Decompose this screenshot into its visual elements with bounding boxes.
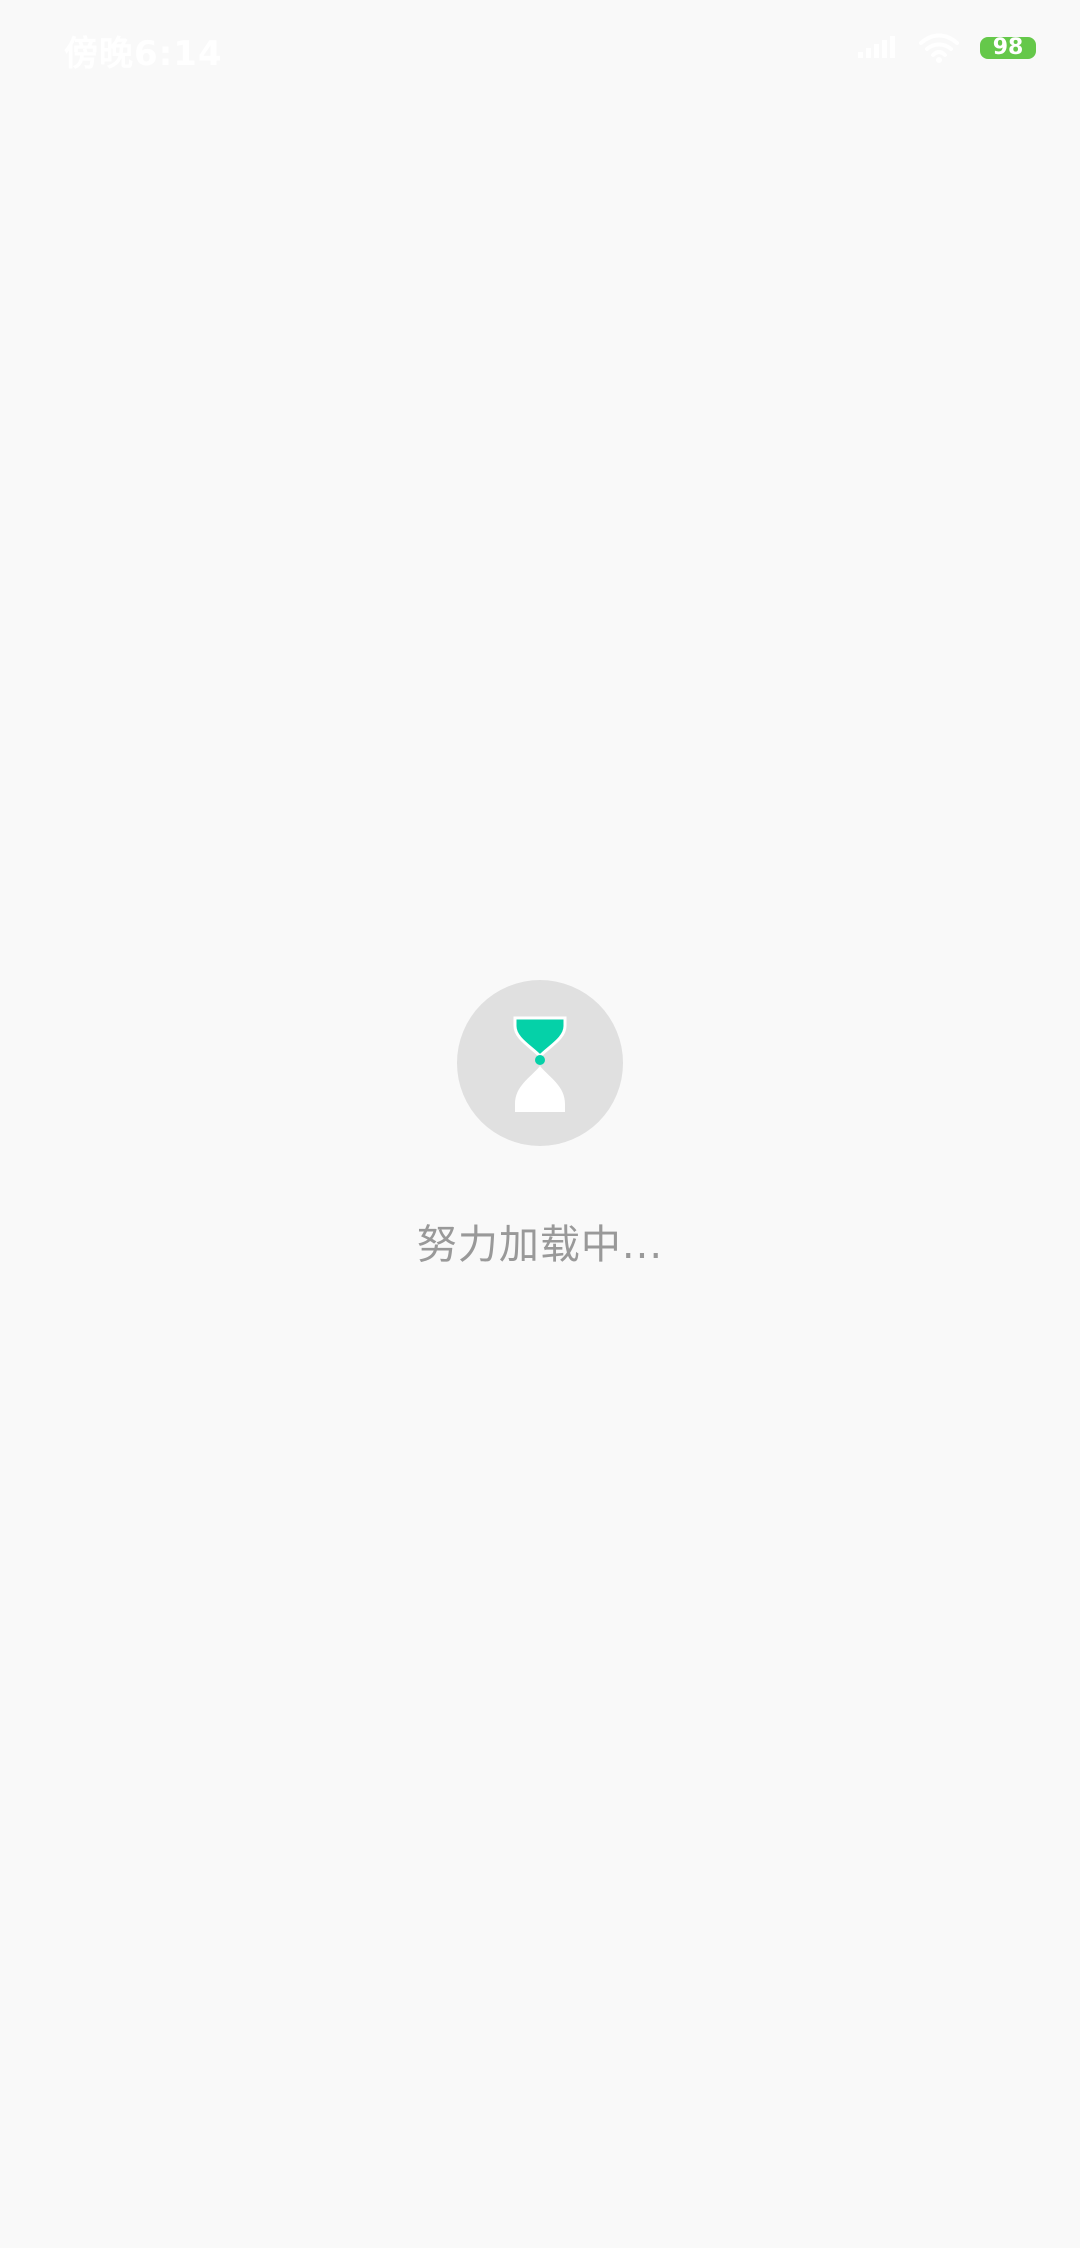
loading-state: 努力加载中... [0,980,1080,1270]
wifi-icon [919,33,959,63]
status-bar: 傍晚6:14 98 [0,0,1080,96]
hourglass-icon [513,1016,567,1112]
signal-icon [858,36,895,58]
loading-text: 努力加载中... [416,1222,664,1268]
loading-indicator [457,980,623,1146]
status-icons: 98 [858,28,1036,68]
status-time: 傍晚6:14 [64,34,223,74]
battery-icon: 98 [980,37,1036,59]
